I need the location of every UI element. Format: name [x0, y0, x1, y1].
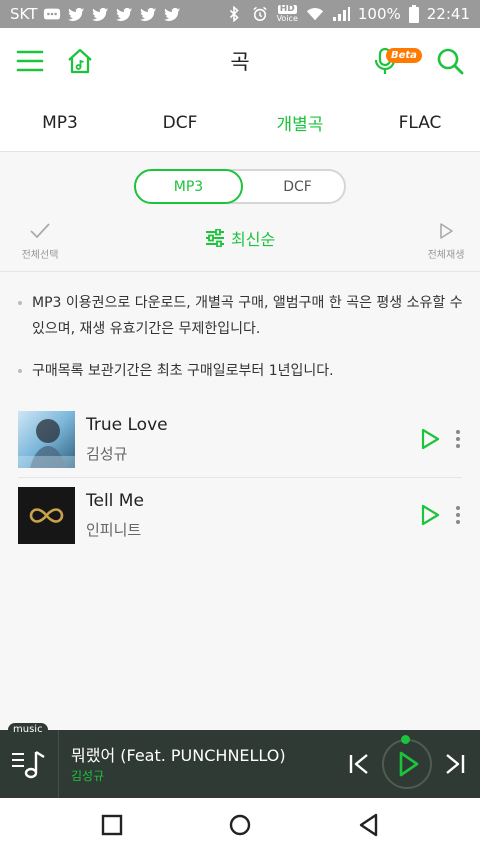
album-art — [18, 411, 75, 468]
play-all-button[interactable]: 전체재생 — [424, 222, 468, 261]
bluetooth-icon — [229, 6, 239, 22]
play-outline-icon — [440, 223, 453, 239]
playlist-icon[interactable] — [10, 746, 50, 782]
format-toggle: DCF MP3 — [134, 169, 346, 204]
more-options-icon[interactable] — [452, 427, 464, 451]
next-track-icon[interactable] — [444, 752, 466, 776]
search-button[interactable] — [434, 45, 466, 77]
tab-mp3[interactable]: MP3 — [0, 94, 120, 151]
category-tabs: MP3 DCF 개별곡 FLAC — [0, 94, 480, 152]
back-icon[interactable] — [356, 812, 382, 838]
search-icon — [437, 48, 464, 75]
notice-list: MP3 이용권으로 다운로드, 개별곡 구매, 앨범구매 한 곡은 평생 소유할… — [18, 290, 464, 400]
system-nav-bar — [0, 798, 480, 853]
alarm-icon — [252, 6, 267, 22]
wifi-icon — [306, 8, 323, 21]
more-options-icon[interactable] — [452, 503, 464, 527]
list-toolbar: 전체선택 최신순 전체재생 — [0, 220, 480, 272]
album-art — [18, 487, 75, 544]
now-playing-title: 뭐랬어 (Feat. PUNCHNELLO) — [71, 746, 286, 765]
divider — [18, 477, 462, 478]
bullet — [18, 369, 22, 373]
song-artist: 인피니트 — [86, 521, 142, 539]
tab-flac[interactable]: FLAC — [360, 94, 480, 151]
notice-item: MP3 이용권으로 다운로드, 개별곡 구매, 앨범구매 한 곡은 평생 소유할… — [18, 290, 464, 342]
segment-dcf[interactable]: DCF — [243, 169, 352, 204]
song-title: Tell Me — [86, 491, 144, 511]
app-header: 곡 Beta — [0, 28, 480, 94]
previous-track-icon[interactable] — [348, 752, 370, 776]
sort-filter-icon — [206, 229, 224, 247]
checkmark-icon — [30, 223, 50, 239]
twitter-notification-icon — [68, 7, 85, 21]
twitter-notification-icon — [92, 7, 109, 21]
play-all-label: 전체재생 — [427, 250, 465, 261]
tab-individual-songs[interactable]: 개별곡 — [240, 94, 360, 151]
notice-text: 구매목록 보관기간은 최초 구매일로부터 1년입니다. — [32, 363, 334, 379]
clock: 22:41 — [426, 5, 470, 23]
select-all-button[interactable]: 전체선택 — [18, 222, 62, 261]
play-icon[interactable] — [418, 503, 442, 527]
notice-item: 구매목록 보관기간은 최초 구매일로부터 1년입니다. — [18, 358, 464, 384]
signal-icon — [332, 7, 350, 21]
music-badge: music — [8, 723, 48, 737]
sort-button[interactable]: 최신순 — [205, 226, 275, 250]
segment-mp3[interactable]: MP3 — [134, 169, 243, 204]
song-row[interactable]: Tell Me 인피니트 — [18, 487, 462, 563]
bullet — [18, 301, 22, 305]
select-all-label: 전체선택 — [21, 250, 59, 261]
sort-label: 최신순 — [231, 230, 276, 249]
divider — [58, 730, 59, 798]
song-title: True Love — [86, 415, 168, 435]
play-pause-button[interactable] — [382, 739, 432, 789]
beta-badge: Beta — [386, 48, 422, 63]
battery-icon — [408, 5, 419, 23]
hd-voice-icon: HD Voice — [276, 4, 298, 24]
progress-indicator — [401, 735, 410, 744]
now-playing-artist: 김성규 — [71, 769, 105, 783]
twitter-notification-icon — [164, 7, 181, 21]
twitter-notification-icon — [116, 7, 133, 21]
carrier-label: SKT — [10, 5, 38, 23]
song-row[interactable]: True Love 김성규 — [18, 411, 462, 487]
status-bar: SKT HD Voice 100% 22:41 — [0, 0, 480, 28]
notice-text: MP3 이용권으로 다운로드, 개별곡 구매, 앨범구매 한 곡은 평생 소유할… — [32, 295, 463, 337]
play-icon — [399, 751, 419, 777]
song-artist: 김성규 — [86, 445, 128, 463]
home-icon[interactable] — [227, 812, 253, 838]
tab-dcf[interactable]: DCF — [120, 94, 240, 151]
chat-notification-icon — [44, 8, 61, 20]
play-icon[interactable] — [418, 427, 442, 451]
battery-percent: 100% — [357, 5, 401, 23]
recent-apps-icon[interactable] — [99, 812, 125, 838]
twitter-notification-icon — [140, 7, 157, 21]
